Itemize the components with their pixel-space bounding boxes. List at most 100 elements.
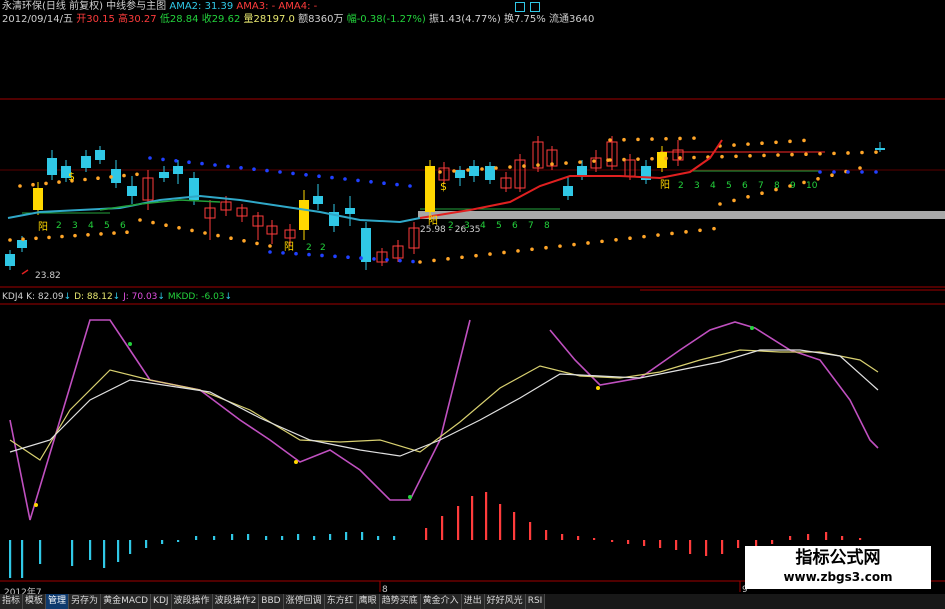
count-d-8: 10 [806, 181, 818, 191]
dot-rise-3 [760, 191, 764, 195]
tab-3[interactable]: 另存为 [69, 594, 102, 609]
mkdd-bar-47 [789, 536, 792, 540]
dot-upper-c-3 [650, 156, 654, 161]
mkdd-bar-29 [499, 504, 502, 540]
mkdd-bar-30 [513, 512, 516, 540]
mkdd-bar-5 [103, 540, 106, 568]
watermark-url: www.zbgs3.com [783, 570, 893, 584]
tab-0[interactable]: 指标 [0, 594, 24, 609]
mkdd-bar-15 [265, 536, 268, 540]
dot-blue-b-11 [411, 259, 415, 264]
count-d-3: 5 [726, 181, 732, 191]
dot-rise-8 [830, 173, 834, 177]
dot-lower-a-9 [125, 230, 129, 234]
candle-body-29 [455, 170, 465, 178]
count-d-5: 7 [758, 181, 764, 191]
dot-upper-c-0 [608, 158, 612, 162]
dot-upper-c-2 [636, 157, 640, 161]
dot-blue-c-2 [846, 170, 850, 174]
dot-blue-a-5 [213, 163, 217, 167]
dot-blue-a-19 [395, 182, 399, 187]
kdj-k: K: 82.09 [26, 292, 64, 302]
dot-lower-b-7 [229, 236, 233, 240]
chart-canvas[interactable]: 23.8225.98 - 26.35阳阳阳阳$$2 3 4 5 62 22 3 4 5 6 7 82 3… [0, 0, 945, 609]
dot-lower-a-0 [8, 238, 12, 242]
dot-blue-c-3 [860, 170, 864, 174]
count-c-2: 4 [480, 221, 486, 231]
dollar-mark-1: $ [68, 170, 75, 183]
dot-blue-a-2 [174, 159, 178, 163]
kdj-header: KDJ4 K: 82.09↓ D: 88.12↓ J: 70.03↓ MKDD:… [2, 292, 233, 302]
count-d-1: 3 [694, 181, 700, 191]
mkdd-bar-14 [247, 534, 250, 540]
mkdd-bar-23 [393, 536, 396, 540]
kdj-k-line [9, 319, 471, 521]
tab-14[interactable]: 进出 [461, 594, 485, 609]
dot-blue-c-1 [832, 170, 836, 174]
dot-upper-a-8 [122, 173, 126, 178]
mkdd-bar-40 [675, 540, 678, 550]
dot-upper-a-1 [31, 182, 35, 187]
dot-upper-e-5 [788, 139, 792, 144]
dot-upper-b-4 [494, 166, 498, 170]
tab-9[interactable]: 涨停回调 [283, 594, 325, 609]
tab-6[interactable]: 波段操作 [171, 594, 213, 609]
count-d-7: 9 [790, 181, 796, 191]
kdj-j: J: 70.03 [123, 292, 158, 302]
candlestick-series [5, 136, 885, 270]
dot-lower-c-17 [656, 233, 660, 237]
dot-blue-c-4 [874, 170, 878, 174]
dot-upper-b-5 [508, 165, 512, 169]
dot-blue-b-8 [372, 257, 376, 261]
dot-lower-b-3 [177, 226, 181, 230]
tab-16[interactable]: RSI [525, 594, 546, 609]
tab-11[interactable]: 鹰眼 [356, 594, 380, 609]
watermark: 指标公式网 www.zbgs3.com [745, 546, 931, 589]
kdj-cross-dot-3 [408, 495, 412, 499]
count-b-0: 2 [306, 243, 312, 253]
mkdd-bar-38 [643, 540, 646, 546]
tab-13[interactable]: 黄金介入 [420, 594, 462, 609]
dot-lower-b-4 [190, 228, 194, 233]
dot-lower-b-5 [203, 231, 207, 235]
dot-upper-c-6 [692, 155, 696, 160]
tab-8[interactable]: BBD [259, 594, 284, 609]
dot-lower-c-2 [446, 257, 450, 261]
candle-body-6 [95, 150, 105, 160]
dot-lower-b-10 [268, 244, 272, 248]
dot-upper-b-7 [536, 163, 540, 167]
candle-body-37 [577, 166, 587, 176]
count-b-1: 2 [320, 243, 326, 253]
dot-blue-b-10 [398, 258, 402, 263]
mkdd-bar-33 [561, 534, 564, 540]
tab-4[interactable]: 黄金MACD [101, 594, 152, 609]
mkdd-bar-8 [145, 540, 148, 548]
mkdd-bar-24 [425, 528, 428, 540]
dot-upper-a-0 [18, 184, 22, 188]
tab-1[interactable]: 模板 [23, 594, 47, 609]
dot-upper-c-5 [678, 156, 682, 160]
tab-7[interactable]: 波段操作2 [212, 594, 260, 609]
tab-15[interactable]: 好好风光 [484, 594, 526, 609]
kdj-name[interactable]: KDJ4 [2, 292, 23, 302]
tab-2[interactable]: 管理 [46, 594, 70, 609]
dot-blue-a-8 [252, 167, 256, 171]
candle-body-20 [313, 196, 323, 204]
dot-upper-d-3 [650, 137, 654, 141]
dot-upper-b-6 [522, 164, 526, 168]
mkdd-bar-39 [659, 540, 662, 548]
dot-upper-b-10 [578, 160, 582, 164]
kdj-mkdd: MKDD: -6.03 [167, 292, 225, 302]
candle-body-22 [345, 208, 355, 214]
tab-12[interactable]: 趋势买底 [379, 594, 421, 609]
dot-lower-c-7 [516, 249, 520, 253]
mkdd-bar-44 [737, 540, 740, 548]
tab-10[interactable]: 东方红 [324, 594, 357, 609]
yang-label-3: 阳 [428, 215, 438, 227]
dot-lower-c-3 [460, 255, 464, 260]
dot-lower-c-14 [614, 237, 618, 242]
kdj-cross-dot-1 [128, 342, 132, 346]
tab-5[interactable]: KDJ [151, 594, 172, 609]
candle-body-27 [425, 166, 435, 212]
dot-upper-c-12 [776, 153, 780, 157]
